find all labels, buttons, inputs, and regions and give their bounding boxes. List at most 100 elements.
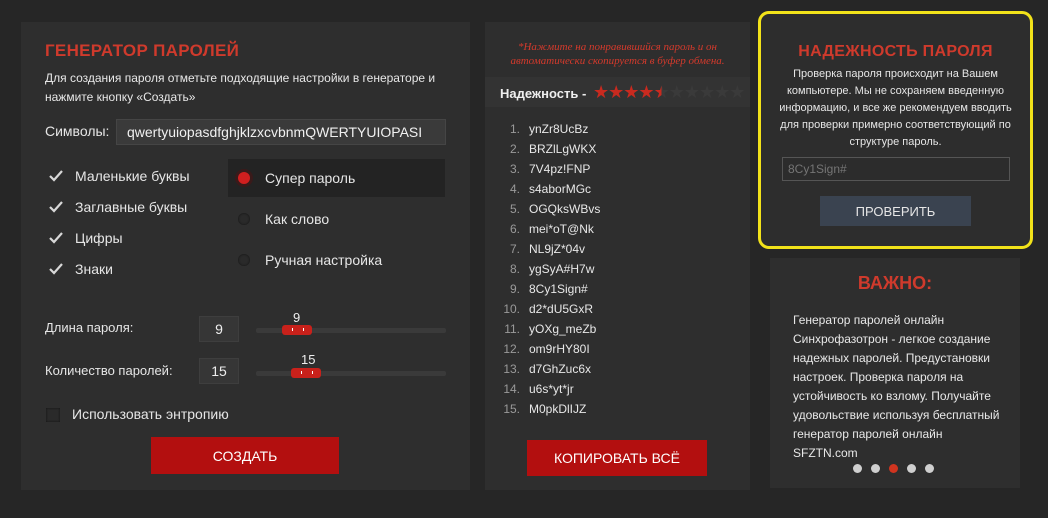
- checkbox-empty-icon: [46, 408, 60, 422]
- password-number: 6.: [509, 222, 520, 236]
- password-item[interactable]: 2. BRZlLgWKX: [495, 139, 735, 159]
- password-item[interactable]: 5. OGQksWBvs: [495, 199, 735, 219]
- password-text[interactable]: yOXg_meZb: [529, 319, 596, 339]
- password-number: 4.: [509, 182, 520, 196]
- password-number: 8.: [509, 262, 520, 276]
- strength-stars: ★★★★★★★★★★: [593, 82, 745, 103]
- password-number: 5.: [509, 202, 520, 216]
- password-item[interactable]: 11. yOXg_meZb: [495, 319, 735, 339]
- password-text[interactable]: s4aborMGc: [529, 179, 591, 199]
- checkbox-label: Цифры: [75, 230, 123, 246]
- password-text[interactable]: d2*dU5GxR: [529, 299, 593, 319]
- password-text[interactable]: 8Cy1Sign#: [529, 279, 588, 299]
- password-text[interactable]: NL9jZ*04v: [529, 239, 585, 259]
- carousel-dot[interactable]: [889, 464, 898, 473]
- checkmark-icon: [49, 169, 63, 183]
- password-text[interactable]: ynZr8UcBz: [529, 119, 588, 139]
- carousel-dot[interactable]: [871, 464, 880, 473]
- password-text[interactable]: OGQksWBvs: [529, 199, 600, 219]
- checkmark-icon: [49, 231, 63, 245]
- star-icon: ★: [638, 82, 654, 102]
- password-item[interactable]: 4. s4aborMGc: [495, 179, 735, 199]
- star-icon: ★: [698, 82, 715, 102]
- password-item[interactable]: 7. NL9jZ*04v: [495, 239, 735, 259]
- password-number: 7.: [509, 242, 520, 256]
- password-number: 2.: [509, 142, 520, 156]
- radio-unselected-icon: [238, 254, 250, 266]
- password-number: 10.: [503, 302, 520, 316]
- count-input[interactable]: 15: [199, 358, 239, 384]
- checkbox-label: Заглавные буквы: [75, 199, 188, 215]
- generator-panel: ГЕНЕРАТОР ПАРОЛЕЙ Для создания пароля от…: [21, 22, 470, 490]
- password-item[interactable]: 13. d7GhZuc6x: [495, 359, 735, 379]
- star-icon: ★: [683, 82, 700, 102]
- important-title: ВАЖНО:: [857, 273, 933, 293]
- password-item[interactable]: 3. 7V4pz!FNP: [495, 159, 735, 179]
- mode-label: Супер пароль: [265, 170, 356, 186]
- star-icon: ★: [729, 82, 745, 102]
- password-number: 13.: [503, 362, 520, 376]
- password-text[interactable]: mei*oT@Nk: [529, 219, 594, 239]
- star-icon: ★: [668, 82, 685, 102]
- star-icon: ★: [623, 82, 639, 102]
- password-text[interactable]: u6s*yt*jr: [529, 379, 574, 399]
- count-slider-value: 15: [301, 352, 316, 367]
- star-icon: ★: [608, 82, 624, 102]
- copy-hint: *Нажмите на понравившийся пароль и он ав…: [510, 41, 725, 67]
- passwords-panel: *Нажмите на понравившийся пароль и он ав…: [485, 22, 750, 490]
- password-text[interactable]: ygSyA#H7w: [529, 259, 594, 279]
- password-item[interactable]: 9. 8Cy1Sign#: [495, 279, 735, 299]
- password-item[interactable]: 1. ynZr8UcBz: [495, 119, 735, 139]
- password-number: 11.: [504, 322, 520, 336]
- generator-title: ГЕНЕРАТОР ПАРОЛЕЙ: [45, 41, 240, 60]
- create-button[interactable]: СОЗДАТЬ: [151, 437, 339, 474]
- strength-label: Надежность -: [500, 86, 587, 101]
- star-icon: ★: [593, 82, 609, 102]
- check-button[interactable]: ПРОВЕРИТЬ: [820, 196, 971, 226]
- password-text[interactable]: 7V4pz!FNP: [529, 159, 590, 179]
- check-title: НАДЕЖНОСТЬ ПАРОЛЯ: [798, 43, 993, 60]
- checkbox-label: Знаки: [75, 261, 113, 277]
- password-number: 3.: [509, 162, 520, 176]
- password-check-panel: НАДЕЖНОСТЬ ПАРОЛЯ Проверка пароля происх…: [758, 11, 1033, 249]
- radio-selected-icon: [238, 172, 250, 184]
- length-label: Длина пароля:: [45, 320, 134, 335]
- length-slider-value: 9: [293, 310, 301, 325]
- checkmark-icon: [49, 200, 63, 214]
- carousel-dot[interactable]: [853, 464, 862, 473]
- password-item[interactable]: 15. M0pkDlIJZ: [495, 399, 735, 419]
- check-description: Проверка пароля происходит на Вашем комп…: [779, 68, 1012, 148]
- check-password-input[interactable]: [782, 157, 1010, 181]
- generator-description: Для создания пароля отметьте подходящие …: [45, 71, 436, 104]
- password-list: 1. ynZr8UcBz 2. BRZlLgWKX 3. 7V4pz!FNP 4. s4abo…: [495, 119, 735, 419]
- copy-all-button[interactable]: КОПИРОВАТЬ ВСЁ: [527, 440, 707, 476]
- password-text[interactable]: om9rHY80I: [529, 339, 590, 359]
- count-slider-track[interactable]: [256, 371, 446, 376]
- count-label: Количество паролей:: [45, 363, 173, 378]
- password-item[interactable]: 12. om9rHY80I: [495, 339, 735, 359]
- entropy-label: Использовать энтропию: [72, 406, 229, 422]
- password-number: 1.: [509, 122, 520, 136]
- password-text[interactable]: d7GhZuc6x: [529, 359, 591, 379]
- password-text[interactable]: BRZlLgWKX: [529, 139, 596, 159]
- symbols-label: Символы:: [45, 123, 110, 139]
- length-slider-handle[interactable]: [282, 325, 312, 335]
- password-item[interactable]: 8. ygSyA#H7w: [495, 259, 735, 279]
- password-number: 15.: [503, 402, 520, 416]
- carousel-dot[interactable]: [925, 464, 934, 473]
- important-text: Генератор паролей онлайн Синхрофазотрон …: [793, 313, 1000, 460]
- password-item[interactable]: 10. d2*dU5GxR: [495, 299, 735, 319]
- password-item[interactable]: 14. u6s*yt*jr: [495, 379, 735, 399]
- star-icon: ★: [653, 82, 670, 102]
- mode-label: Ручная настройка: [265, 252, 383, 268]
- checkbox-label: Маленькие буквы: [75, 168, 190, 184]
- count-slider-handle[interactable]: [291, 368, 321, 378]
- star-icon: ★: [714, 82, 730, 102]
- carousel-dot[interactable]: [907, 464, 916, 473]
- password-text[interactable]: M0pkDlIJZ: [529, 399, 586, 419]
- password-number: 12.: [503, 342, 520, 356]
- length-input[interactable]: 9: [199, 316, 239, 342]
- password-item[interactable]: 6. mei*oT@Nk: [495, 219, 735, 239]
- symbols-input[interactable]: [116, 119, 446, 145]
- important-panel: ВАЖНО: Генератор паролей онлайн Синхрофа…: [770, 258, 1020, 488]
